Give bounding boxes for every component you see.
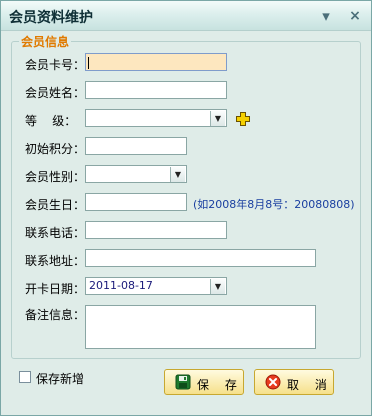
cancel-button-label: 取 消 [287, 378, 333, 392]
dropdown-arrow-icon[interactable]: ▼ [210, 111, 225, 126]
window-title: 会员资料维护 [9, 10, 93, 26]
gender-label: 会员性别： [25, 170, 86, 184]
name-input[interactable] [85, 81, 227, 99]
dialog-window: 会员资料维护 ▾ × 会员信息 会员卡号： 会员姓名： 等 级： ▼ 初始积分：… [0, 0, 372, 416]
cancel-button[interactable]: 取 消 [254, 369, 334, 395]
save-new-checkbox[interactable] [19, 371, 31, 383]
birthday-format-hint: (如2008年8月8号：20080808) [193, 198, 355, 211]
save-button[interactable]: 保 存 [164, 369, 244, 395]
initial-points-input[interactable] [85, 137, 187, 155]
open-date-picker[interactable]: 2011-08-17 ▼ [85, 277, 227, 295]
phone-label: 联系电话： [25, 226, 86, 240]
save-icon [175, 374, 191, 390]
level-select[interactable]: ▼ [85, 109, 227, 127]
notes-label: 备注信息： [25, 308, 86, 322]
minimize-icon[interactable]: ▾ [317, 7, 335, 25]
phone-input[interactable] [85, 221, 227, 239]
close-icon[interactable]: × [346, 7, 364, 25]
add-level-icon[interactable] [235, 111, 251, 127]
initial-points-label: 初始积分： [25, 142, 86, 156]
address-label: 联系地址： [25, 254, 86, 268]
card-no-input[interactable] [85, 53, 227, 71]
group-legend: 会员信息 [19, 33, 72, 50]
open-date-value: 2011-08-17 [89, 279, 153, 292]
address-input[interactable] [85, 249, 316, 267]
title-bar[interactable]: 会员资料维护 ▾ × [1, 1, 371, 31]
open-date-label: 开卡日期： [25, 282, 86, 296]
save-new-label: 保存新增 [36, 372, 85, 386]
gender-select[interactable]: ▼ [85, 165, 187, 183]
dropdown-arrow-icon[interactable]: ▼ [170, 167, 185, 182]
birthday-label: 会员生日： [25, 198, 86, 212]
dropdown-arrow-icon[interactable]: ▼ [210, 279, 225, 294]
card-no-label: 会员卡号： [25, 58, 86, 72]
name-label: 会员姓名： [25, 86, 86, 100]
text-caret [88, 57, 89, 69]
cancel-icon [265, 374, 281, 390]
notes-textarea[interactable] [85, 305, 316, 349]
level-label: 等 级： [25, 114, 77, 128]
save-button-label: 保 存 [197, 378, 243, 392]
birthday-input[interactable] [85, 193, 187, 211]
